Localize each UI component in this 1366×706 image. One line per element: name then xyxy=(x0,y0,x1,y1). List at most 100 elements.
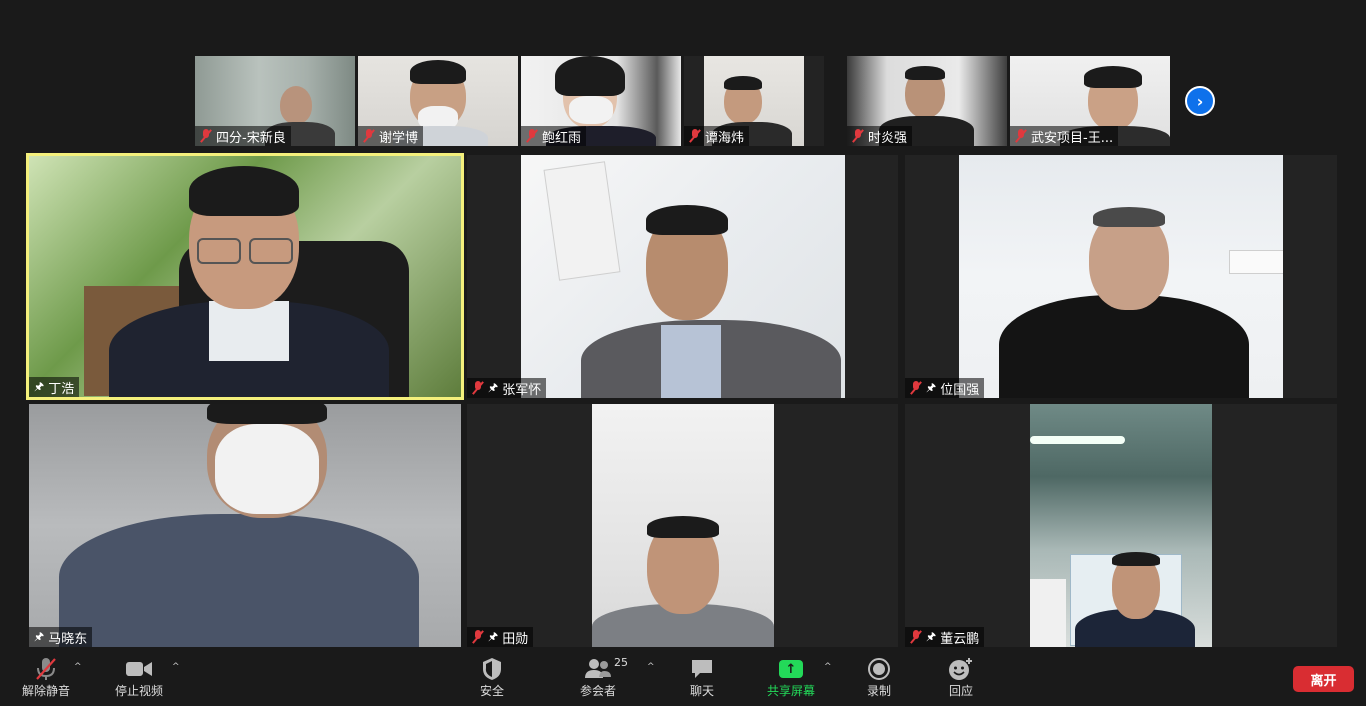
strip-participant-1[interactable]: 四分-宋新良 xyxy=(195,56,355,146)
record-label: 录制 xyxy=(867,684,892,698)
participant-hair xyxy=(1084,66,1142,88)
participant-name: 张军怀 xyxy=(502,382,542,398)
participant-hair xyxy=(647,516,719,538)
participant-name: 时炎强 xyxy=(868,130,908,146)
video-camera-icon xyxy=(125,656,153,682)
video-feed xyxy=(959,155,1283,398)
mic-muted-icon xyxy=(910,630,922,644)
mic-muted-icon xyxy=(852,129,864,143)
mic-muted-icon xyxy=(526,129,538,143)
shirt xyxy=(661,325,721,398)
mic-muted-icon xyxy=(363,129,375,143)
record-icon xyxy=(867,656,891,682)
chat-button[interactable]: 聊天 xyxy=(690,656,714,699)
reactions-label: 回应 xyxy=(948,684,973,698)
share-screen-label: 共享屏幕 xyxy=(767,684,816,698)
name-tag: 谢学博 xyxy=(358,126,424,146)
participants-options-caret[interactable]: ^ xyxy=(647,662,655,672)
participant-hair xyxy=(1112,552,1160,566)
video-feed xyxy=(29,404,461,647)
glasses xyxy=(197,238,241,264)
stop-video-label: 停止视频 xyxy=(115,684,164,698)
unmute-button[interactable]: 解除静音 xyxy=(22,656,70,699)
pin-icon: 🖈 xyxy=(926,380,937,394)
unmute-label: 解除静音 xyxy=(22,684,71,698)
video-tile-6[interactable]: 🖈 董云鹏 xyxy=(905,404,1337,647)
name-tag: 🖈 马晓东 xyxy=(29,627,93,647)
name-tag: 武安项目-王... xyxy=(1010,126,1119,146)
stop-video-button[interactable]: 停止视频 xyxy=(115,656,163,699)
participants-label: 参会者 xyxy=(580,684,617,698)
glasses xyxy=(249,238,293,264)
name-tag: 时炎强 xyxy=(847,126,913,146)
air-conditioner xyxy=(1229,250,1283,274)
video-tile-5[interactable]: 🖈 田勋 xyxy=(467,404,898,647)
participants-icon xyxy=(584,656,612,682)
share-screen-button[interactable]: ↑ 共享屏幕 xyxy=(767,656,815,699)
participant-name: 董云鹏 xyxy=(940,631,980,647)
video-tile-2[interactable]: 🖈 张军怀 xyxy=(467,155,898,398)
participant-name: 谢学博 xyxy=(379,130,419,146)
video-options-caret[interactable]: ^ xyxy=(172,662,180,672)
participants-button[interactable]: 参会者 xyxy=(580,656,616,699)
audio-options-caret[interactable]: ^ xyxy=(74,662,82,672)
next-page-button[interactable]: › xyxy=(1185,86,1215,116)
name-tag: 🖈 张军怀 xyxy=(467,378,547,398)
participant-name: 丁浩 xyxy=(48,381,75,397)
participant-hair xyxy=(724,76,762,90)
strip-participant-4[interactable]: 谭海炜 xyxy=(684,56,824,146)
participant-name: 鲍红雨 xyxy=(542,130,582,146)
mic-muted-icon xyxy=(910,381,922,395)
name-tag: 谭海炜 xyxy=(684,126,750,146)
video-feed xyxy=(1030,404,1212,647)
pin-icon: 🖈 xyxy=(34,379,45,393)
name-tag: 🖈 位国强 xyxy=(905,378,985,398)
participant-hair xyxy=(555,56,625,96)
participant-name: 四分-宋新良 xyxy=(216,130,286,146)
air-conditioner xyxy=(1030,579,1066,647)
mic-muted-icon xyxy=(472,630,484,644)
air-conditioner xyxy=(543,161,621,281)
video-tile-3[interactable]: 🖈 位国强 xyxy=(905,155,1337,398)
name-tag: 鲍红雨 xyxy=(521,126,587,146)
shield-icon xyxy=(481,656,503,682)
record-button[interactable]: 录制 xyxy=(867,656,891,699)
participants-count: 25 xyxy=(614,656,628,669)
pin-icon: 🖈 xyxy=(34,629,45,643)
name-tag: 🖈 董云鹏 xyxy=(905,627,985,647)
name-tag: 🖈 丁浩 xyxy=(29,377,80,397)
strip-participant-6[interactable]: 武安项目-王... xyxy=(1010,56,1170,146)
mic-muted-icon xyxy=(33,656,59,682)
participant-hair xyxy=(646,205,728,235)
meeting-toolbar: 解除静音 ^ 停止视频 ^ 安全 参会者 25 ^ 聊天 ↑ 共享屏幕 ^ 录制… xyxy=(0,650,1366,706)
strip-participant-5[interactable]: 时炎强 xyxy=(847,56,1007,146)
security-button[interactable]: 安全 xyxy=(480,656,504,699)
security-label: 安全 xyxy=(480,684,505,698)
participant-body xyxy=(999,295,1249,398)
video-tile-4[interactable]: 🖈 马晓东 xyxy=(29,404,461,647)
participant-name: 马晓东 xyxy=(48,631,88,647)
reactions-button[interactable]: 回应 xyxy=(948,656,974,699)
face-mask xyxy=(215,424,319,514)
face-mask xyxy=(569,96,613,124)
mic-muted-icon xyxy=(200,129,212,143)
video-tile-1[interactable]: 🖈 丁浩 xyxy=(26,153,464,400)
chat-bubble-icon xyxy=(690,656,714,682)
participant-face xyxy=(280,86,312,124)
ceiling-light xyxy=(1030,436,1125,444)
participant-name: 武安项目-王... xyxy=(1031,130,1114,146)
strip-participant-2[interactable]: 谢学博 xyxy=(358,56,518,146)
strip-participant-3[interactable]: 鲍红雨 xyxy=(521,56,681,146)
share-options-caret[interactable]: ^ xyxy=(824,662,832,672)
participant-name: 谭海炜 xyxy=(705,130,745,146)
chevron-right-icon: › xyxy=(1196,91,1204,111)
leave-meeting-button[interactable]: 离开 xyxy=(1293,666,1354,692)
pin-icon: 🖈 xyxy=(488,380,499,394)
participant-hair xyxy=(207,404,327,424)
mic-muted-icon xyxy=(689,129,701,143)
shirt-collar xyxy=(209,301,289,361)
mic-muted-icon xyxy=(472,381,484,395)
video-feed xyxy=(521,155,845,398)
participant-hair xyxy=(905,66,945,80)
participant-name: 位国强 xyxy=(940,382,980,398)
